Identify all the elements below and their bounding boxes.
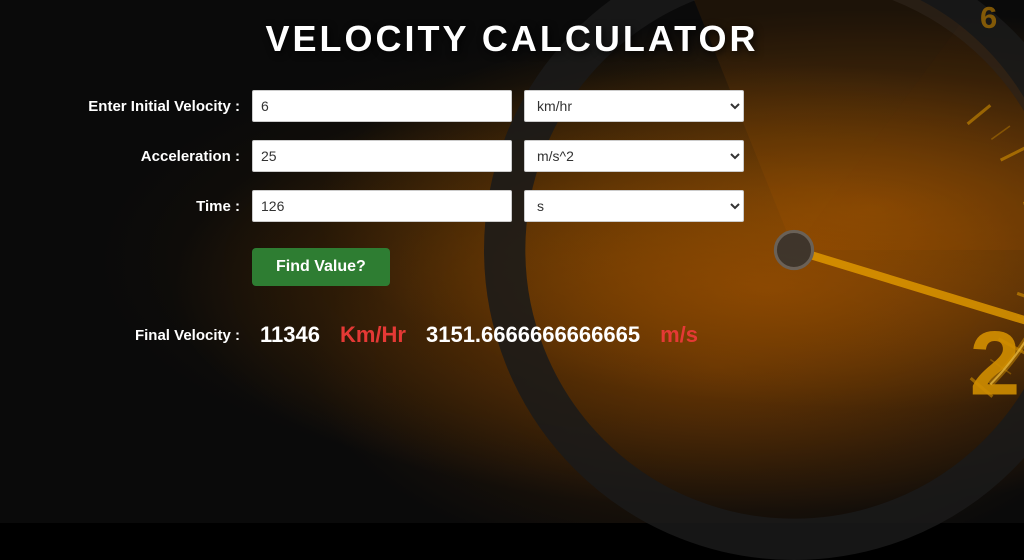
acceleration-label: Acceleration :: [40, 148, 240, 165]
final-velocity-label: Final Velocity :: [40, 327, 240, 344]
time-unit-select[interactable]: s min hr: [524, 190, 744, 222]
result-unit-kmhr: Km/Hr: [340, 322, 406, 348]
initial-velocity-unit-select[interactable]: km/hr m/s mph: [524, 90, 744, 122]
time-label: Time :: [40, 198, 240, 215]
result-unit-ms: m/s: [660, 322, 698, 348]
initial-velocity-input[interactable]: [252, 90, 512, 122]
time-input[interactable]: [252, 190, 512, 222]
find-button-container: Find Value?: [40, 240, 984, 286]
result-value-kmhr: 11346: [260, 322, 320, 348]
acceleration-unit-select[interactable]: m/s^2 ft/s^2: [524, 140, 744, 172]
calculator-form: Enter Initial Velocity : km/hr m/s mph A…: [40, 90, 984, 348]
result-row: Final Velocity : 11346 Km/Hr 3151.666666…: [40, 322, 984, 348]
find-value-button[interactable]: Find Value?: [252, 248, 390, 286]
time-row: Time : s min hr: [40, 190, 984, 222]
initial-velocity-row: Enter Initial Velocity : km/hr m/s mph: [40, 90, 984, 122]
page-title: VELOCITY CALCULATOR: [40, 18, 984, 60]
result-value-ms: 3151.6666666666665: [426, 322, 640, 348]
initial-velocity-label: Enter Initial Velocity :: [40, 98, 240, 115]
acceleration-input[interactable]: [252, 140, 512, 172]
acceleration-row: Acceleration : m/s^2 ft/s^2: [40, 140, 984, 172]
